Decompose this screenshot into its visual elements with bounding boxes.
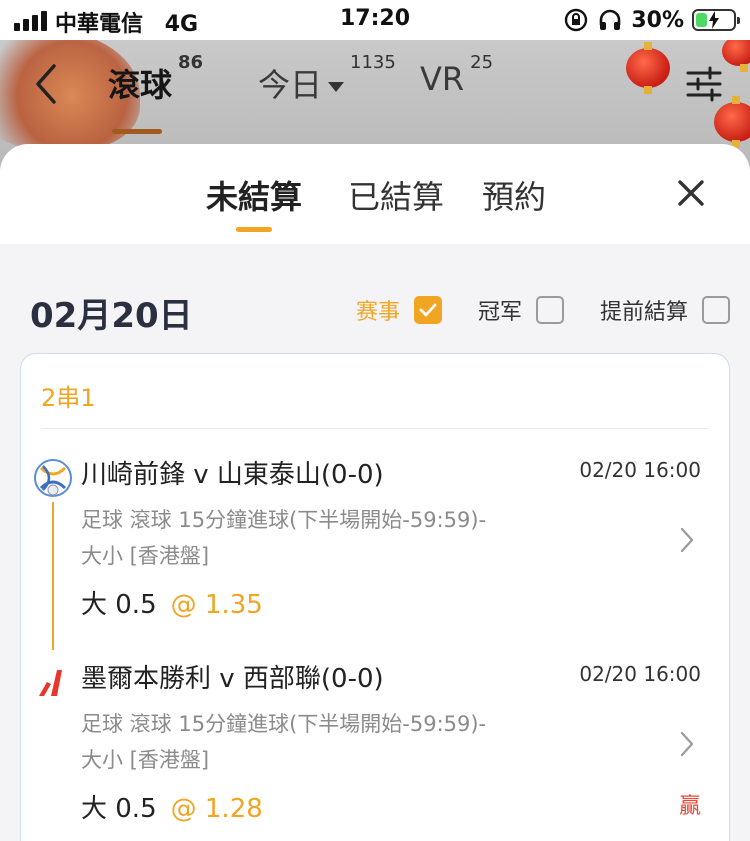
pick-label: 大 0.5 (81, 590, 157, 620)
tab-vr[interactable]: VR 25 (420, 52, 493, 120)
tab-vr-label: VR (420, 60, 465, 98)
divider (41, 428, 709, 429)
orientation-lock-icon (565, 8, 588, 32)
afc-champions-league-icon (34, 459, 72, 497)
caret-down-icon (328, 82, 345, 92)
odds-value: @ 1.35 (170, 590, 263, 620)
filter-match-label: 赛事 (355, 300, 400, 325)
tab-vr-count: 25 (470, 52, 494, 73)
match-time: 02/20 16:00 (579, 662, 701, 686)
top-tabs: 滾球 86 今日 1135 VR 25 (108, 52, 508, 134)
tab-settled-label: 已結算 (348, 178, 445, 216)
status-bar: 中華電信 4G 17:20 30% (0, 0, 750, 40)
close-icon[interactable] (676, 178, 706, 208)
bet-card[interactable]: 2串1 川崎前鋒 v 山東泰山(0-0) 02/20 16:00 足球 滾球 1… (20, 353, 730, 841)
bet-leg[interactable]: 墨爾本勝利 v 西部聯(0-0) 02/20 16:00 足球 滾球 15分鐘進… (21, 658, 731, 841)
active-segment-indicator (236, 227, 272, 232)
bet-description: 足球 滾球 15分鐘進球(下半場開始-59:59)-大小 [香港盤] (81, 712, 487, 772)
tab-settled[interactable]: 已結算 (348, 172, 444, 218)
tab-inplay[interactable]: 滾球 86 (108, 52, 203, 134)
tab-unsettled-label: 未結算 (206, 178, 303, 216)
a-league-icon (39, 670, 62, 696)
match-title: 墨爾本勝利 v 西部聯(0-0) (81, 664, 384, 694)
filter-match-checkbox[interactable] (413, 296, 442, 324)
chevron-left-icon[interactable] (30, 62, 66, 106)
tab-inplay-count: 86 (178, 52, 204, 73)
filter-cashout-label: 提前結算 (599, 300, 688, 325)
odds-value: @ 1.28 (170, 794, 263, 824)
chevron-right-icon[interactable] (679, 730, 695, 758)
filter-row: 赛事 冠军 提前結算 (356, 294, 730, 326)
filter-outright-label: 冠军 (477, 300, 522, 325)
battery-percent: 30% (631, 7, 684, 33)
lantern-decoration (714, 96, 750, 148)
pick-label: 大 0.5 (81, 794, 157, 824)
match-title: 川崎前鋒 v 山東泰山(0-0) (81, 460, 384, 490)
filter-outright-checkbox[interactable] (535, 296, 564, 324)
lantern-decoration (722, 40, 750, 72)
active-tab-underline (112, 129, 162, 134)
chevron-right-icon[interactable] (679, 526, 695, 554)
bet-leg[interactable]: 川崎前鋒 v 山東泰山(0-0) 02/20 16:00 足球 滾球 15分鐘進… (21, 454, 731, 654)
match-time: 02/20 16:00 (579, 458, 701, 482)
bet-pick: 大 0.5 @ 1.28 (81, 788, 263, 825)
filter-cashout-checkbox[interactable] (702, 296, 730, 324)
tab-reserved-label: 預約 (482, 178, 547, 216)
lantern-decoration (626, 42, 670, 94)
status-right: 30% (563, 6, 740, 34)
bet-description: 足球 滾球 15分鐘進球(下半場開始-59:59)-大小 [香港盤] (81, 508, 487, 568)
headphones-icon (600, 9, 621, 30)
date-heading: 02月20日 (30, 296, 193, 336)
tab-unsettled[interactable]: 未結算 (206, 172, 303, 232)
sliders-icon[interactable] (686, 64, 722, 104)
leg-connector-line (52, 502, 54, 650)
tab-today[interactable]: 今日 1135 (258, 52, 396, 120)
battery-level (696, 13, 707, 27)
bet-result: 贏 (678, 794, 701, 819)
checkmark-icon (419, 303, 437, 317)
charging-bolt-icon (709, 11, 719, 29)
tab-today-label: 今日 (258, 66, 323, 104)
bet-record-sheet: 未結算 已結算 預約 (0, 144, 750, 244)
bet-pick: 大 0.5 @ 1.35 (81, 584, 263, 621)
tab-inplay-label: 滾球 (108, 66, 173, 104)
battery-charging-icon (692, 9, 740, 31)
tab-today-count: 1135 (350, 52, 396, 73)
parlay-type: 2串1 (41, 384, 96, 412)
tab-reserved[interactable]: 預約 (482, 172, 546, 218)
